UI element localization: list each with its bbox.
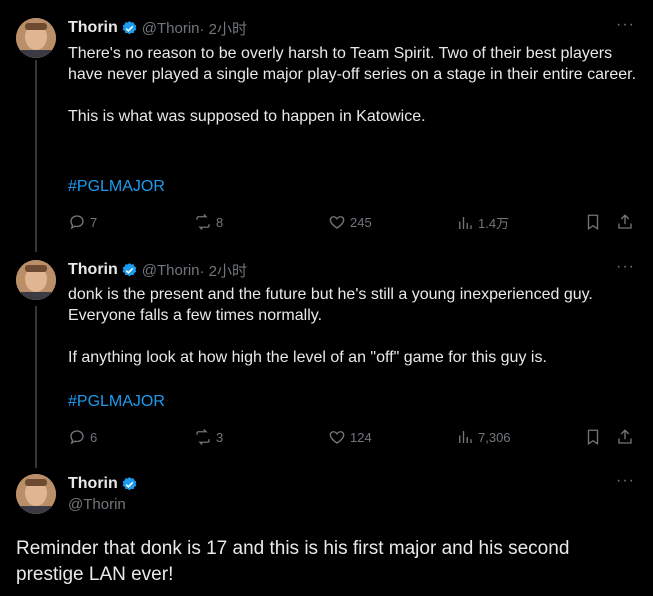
retweet-count: 3 (216, 429, 224, 445)
bookmark-button[interactable] (584, 213, 606, 231)
reply-icon (70, 430, 84, 445)
verified-badge-icon (122, 476, 137, 490)
like-button[interactable]: 245 (328, 213, 372, 231)
retweet-icon (196, 214, 210, 230)
like-count: 245 (350, 214, 372, 230)
views-button[interactable]: 1.4万 (456, 213, 509, 232)
reply-button[interactable]: 6 (68, 428, 97, 446)
reply-icon (70, 215, 84, 230)
author-handle[interactable]: @Thorin (142, 262, 200, 279)
more-options-icon[interactable]: ··· (616, 16, 635, 34)
hashtag-link[interactable]: #PGLMAJOR (68, 178, 165, 196)
avatar[interactable] (16, 18, 56, 58)
like-button[interactable]: 124 (328, 428, 372, 446)
share-button[interactable] (616, 213, 638, 231)
more-options-icon[interactable]: ··· (616, 472, 635, 490)
bookmark-icon (587, 429, 599, 446)
view-count: 7,306 (478, 429, 511, 445)
retweet-icon (196, 429, 210, 445)
reply-button[interactable]: 7 (68, 213, 97, 231)
avatar[interactable] (16, 260, 56, 300)
timestamp[interactable]: · 2小时 (200, 18, 248, 39)
author-name[interactable]: Thorin (68, 475, 118, 493)
retweet-count: 8 (216, 214, 224, 230)
avatar[interactable] (16, 474, 56, 514)
author-name[interactable]: Thorin (68, 19, 118, 37)
tweet-text: donk is the present and the future but h… (68, 286, 593, 366)
heart-icon (329, 216, 345, 229)
reply-count: 7 (90, 214, 98, 230)
view-count: 1.4万 (478, 216, 510, 231)
author-handle[interactable]: @Thorin (142, 20, 200, 37)
tweet-text: Reminder that donk is 17 and this is his… (16, 538, 570, 585)
tweet-actions: 6 3 124 7,306 (68, 428, 634, 448)
like-count: 124 (350, 429, 372, 445)
share-button[interactable] (616, 428, 638, 446)
share-icon (618, 429, 632, 444)
author-name[interactable]: Thorin (68, 261, 118, 279)
views-button[interactable]: 7,306 (456, 428, 511, 446)
thread-line (35, 306, 37, 468)
share-icon (618, 214, 632, 229)
author-handle[interactable]: @Thorin (68, 496, 142, 513)
tweet-actions: 7 8 245 1.4万 (68, 213, 634, 233)
hashtag-link[interactable]: #PGLMAJOR (68, 393, 165, 411)
timestamp[interactable]: · 2小时 (200, 260, 248, 281)
retweet-button[interactable]: 8 (194, 213, 223, 231)
views-icon (459, 431, 472, 443)
tweet-text: There's no reason to be overly harsh to … (68, 45, 637, 125)
thread-line (35, 60, 37, 252)
reply-count: 6 (90, 429, 98, 445)
bookmark-icon (587, 214, 599, 231)
verified-badge-icon (122, 20, 137, 34)
verified-badge-icon (122, 262, 137, 276)
retweet-button[interactable]: 3 (194, 428, 223, 446)
heart-icon (329, 431, 345, 444)
bookmark-button[interactable] (584, 428, 606, 446)
views-icon (459, 216, 472, 229)
more-options-icon[interactable]: ··· (616, 258, 635, 276)
